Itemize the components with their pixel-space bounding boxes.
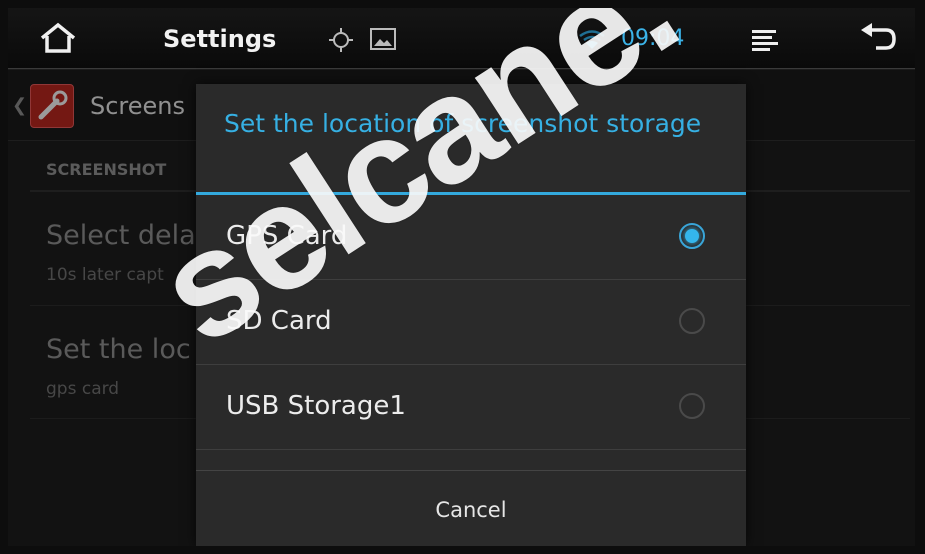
gps-icon: [328, 27, 354, 57]
device-screen: Settings 09:04 ❮ Screens SCREENSHOT Sele…: [8, 8, 915, 546]
option-label: USB Storage1: [226, 391, 406, 421]
radio-unselected-icon[interactable]: [679, 393, 705, 419]
radio-unselected-icon[interactable]: [679, 308, 705, 334]
option-usb-storage1[interactable]: USB Storage1: [196, 365, 746, 450]
menu-icon[interactable]: [750, 28, 784, 56]
radio-selected-icon[interactable]: [679, 223, 705, 249]
dialog-button-bar: Cancel: [196, 470, 746, 546]
page-title: Settings: [163, 25, 277, 53]
back-icon[interactable]: [858, 23, 898, 57]
home-icon[interactable]: [36, 22, 80, 58]
gallery-icon: [370, 28, 396, 54]
cancel-button[interactable]: Cancel: [196, 471, 746, 546]
